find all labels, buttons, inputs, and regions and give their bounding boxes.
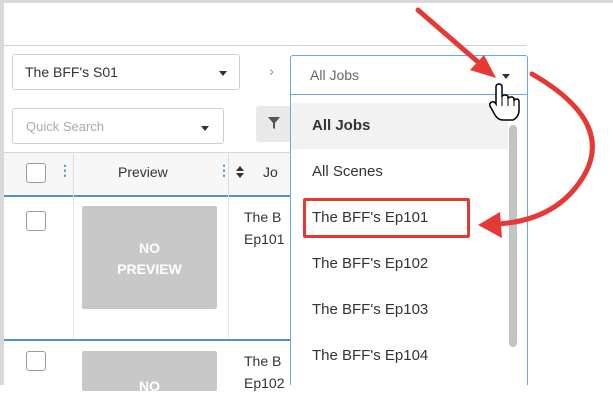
job-dropdown-menu: All Jobs All Scenes The BFF's Ep101 The … <box>290 95 528 385</box>
column-menu-icon[interactable]: ⋮ <box>58 162 72 179</box>
frame-border-top <box>0 0 613 3</box>
row-checkbox[interactable] <box>26 211 46 231</box>
menu-item-all-scenes[interactable]: All Scenes <box>291 149 508 195</box>
job-select[interactable]: All Jobs <box>290 55 528 95</box>
menu-item-ep104[interactable]: The BFF's Ep104 <box>291 333 508 379</box>
dropdown-scrollbar[interactable] <box>509 125 517 347</box>
row-job-name: The B <box>244 209 282 225</box>
select-all-checkbox[interactable] <box>26 163 46 183</box>
season-select[interactable]: The BFF's S01 <box>12 54 240 90</box>
job-select-value: All Jobs <box>310 67 360 83</box>
filter-button[interactable] <box>256 106 292 142</box>
row-job-name: The B <box>244 353 282 369</box>
panel-divider <box>4 45 527 46</box>
menu-item-all-jobs[interactable]: All Jobs <box>291 103 508 149</box>
row-job-name: Ep101 <box>244 231 285 247</box>
chevron-right-icon: › <box>269 63 274 80</box>
caret-down-icon <box>201 126 209 131</box>
row-checkbox[interactable] <box>26 351 46 371</box>
column-divider <box>73 197 74 339</box>
sort-icon[interactable] <box>236 166 244 178</box>
menu-item-ep102[interactable]: The BFF's Ep102 <box>291 241 508 287</box>
no-preview-text: PREVIEW <box>117 261 182 277</box>
column-divider <box>73 152 74 197</box>
column-divider <box>228 197 229 339</box>
highlight-box <box>303 198 470 238</box>
season-select-value: The BFF's S01 <box>25 64 118 80</box>
quick-search-select[interactable]: Quick Search <box>12 108 224 144</box>
quick-search-placeholder: Quick Search <box>26 119 105 134</box>
filter-icon <box>268 117 280 129</box>
row-job-name: Ep102 <box>244 375 285 391</box>
caret-down-icon[interactable] <box>502 74 510 79</box>
column-header-job[interactable]: Jo <box>263 164 278 180</box>
no-preview-text: NO <box>139 240 160 256</box>
caret-down-icon <box>219 71 227 76</box>
no-preview-text: NO <box>139 378 160 394</box>
menu-item-ep103[interactable]: The BFF's Ep103 <box>291 287 508 333</box>
column-divider <box>228 152 229 197</box>
column-header-preview[interactable]: Preview <box>118 164 168 180</box>
